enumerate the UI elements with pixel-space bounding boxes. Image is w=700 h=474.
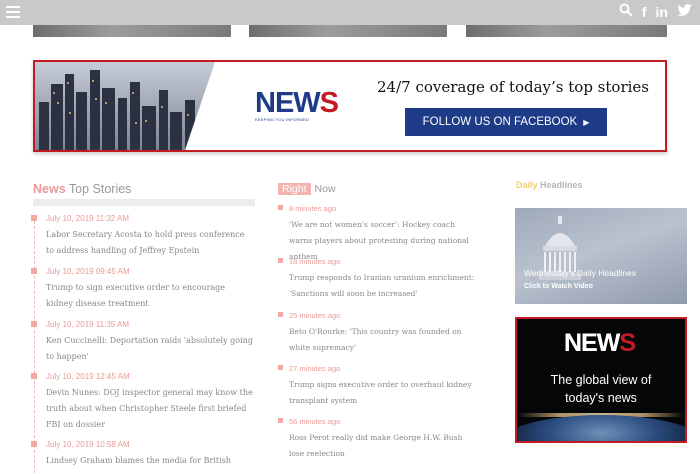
news-logo: NEWS KEEPING YOU INFORMED <box>255 88 351 128</box>
city-skyline-image <box>35 62 245 150</box>
news-headline[interactable]: Beto O'Rourke: 'This country was founded… <box>289 324 479 356</box>
logo-primary-text: NEW <box>255 87 321 119</box>
news-time: 18 minutes ago <box>289 257 341 266</box>
section-title-rest: Headlines <box>540 180 583 190</box>
thumbnail-image[interactable] <box>33 25 231 37</box>
twitter-icon[interactable] <box>677 3 692 21</box>
timeline-dot <box>31 215 37 221</box>
news-advertisement[interactable]: NEWS The global view of today's news <box>515 317 687 443</box>
section-divider <box>33 199 255 206</box>
timeline-dot <box>31 441 37 447</box>
logo-accent-text: S <box>319 87 339 119</box>
section-title: Daily Headlines <box>516 180 583 190</box>
banner-headline: 24/7 coverage of today’s top stories <box>377 78 649 96</box>
article-thumbnails <box>33 25 667 37</box>
story-time: July 10, 2019 09:45 AM <box>46 267 130 276</box>
timeline-dot <box>278 205 283 210</box>
news-headline[interactable]: Ross Perot really did make George H.W. B… <box>289 430 479 462</box>
story-headline[interactable]: Lindsey Graham blames the media for Brit… <box>46 453 254 469</box>
story-time: July 10, 2019 12:45 AM <box>46 372 130 381</box>
news-time: 8 minutes ago <box>289 204 337 213</box>
chevron-right-icon: ▶ <box>583 118 590 127</box>
follow-facebook-label: FOLLOW US ON FACEBOOK <box>422 116 578 128</box>
section-title-highlight: News <box>33 182 66 196</box>
top-nav-bar: f in <box>0 0 700 25</box>
thumbnail-image[interactable] <box>249 25 447 37</box>
story-time: July 10, 2019 11:32 AM <box>46 214 130 223</box>
story-headline[interactable]: Ken Cuccinelli: Deportation raids 'absol… <box>46 333 254 365</box>
linkedin-icon[interactable]: in <box>656 3 668 21</box>
page-content: NEWS KEEPING YOU INFORMED 24/7 coverage … <box>0 25 700 474</box>
timeline-dot <box>278 258 283 263</box>
timeline-line <box>34 216 35 474</box>
section-title-rest: Now <box>314 183 336 195</box>
follow-facebook-button[interactable]: FOLLOW US ON FACEBOOK ▶ <box>405 108 607 136</box>
right-badge: Right <box>278 183 311 195</box>
section-title: News Top Stories <box>33 182 131 196</box>
earth-image <box>517 415 685 441</box>
news-logo: NEWS <box>564 329 636 358</box>
news-time: 27 minutes ago <box>289 364 341 373</box>
story-headline[interactable]: Devin Nunes: DOJ inspector general may k… <box>46 385 254 433</box>
logo-primary-text: NEW <box>564 329 620 357</box>
section-title: Right Now <box>278 183 336 195</box>
thumbnail-image[interactable] <box>466 25 667 37</box>
daily-headlines-video-card[interactable]: Wednesday's Daily Headlines Click to Wat… <box>515 208 687 304</box>
timeline-dot <box>31 321 37 327</box>
timeline-dot <box>278 418 283 423</box>
menu-icon[interactable] <box>6 6 20 18</box>
watch-video-link[interactable]: Click to Watch Video <box>524 283 593 290</box>
ad-tagline: The global view of today's news <box>517 371 685 407</box>
facebook-promo-banner: NEWS KEEPING YOU INFORMED 24/7 coverage … <box>33 60 667 152</box>
story-headline[interactable]: Labor Secretary Acosta to hold press con… <box>46 227 254 259</box>
timeline-dot <box>278 365 283 370</box>
video-card-title: Wednesday's Daily Headlines <box>524 268 637 278</box>
news-time: 25 minutes ago <box>289 311 341 320</box>
story-time: July 10, 2019 10:58 AM <box>46 440 130 449</box>
story-headline[interactable]: Trump to sign executive order to encoura… <box>46 280 254 312</box>
news-time: 56 minutes ago <box>289 417 341 426</box>
search-icon[interactable] <box>619 3 633 21</box>
logo-accent-text: S <box>619 329 636 357</box>
timeline-dot <box>278 312 283 317</box>
social-icons: f in <box>619 3 692 21</box>
ad-tagline-line-2: today's news <box>565 391 637 405</box>
news-headline[interactable]: Trump responds to Iranian uranium enrich… <box>289 270 479 302</box>
news-headline[interactable]: Trump signs executive order to overhaul … <box>289 377 479 409</box>
section-title-rest: Top Stories <box>68 182 132 196</box>
timeline-dot <box>31 268 37 274</box>
facebook-icon[interactable]: f <box>642 3 647 21</box>
section-title-highlight: Daily <box>516 180 538 190</box>
timeline-dot <box>31 373 37 379</box>
ad-tagline-line-1: The global view of <box>550 373 652 387</box>
story-time: July 10, 2019 11:35 AM <box>46 320 130 329</box>
